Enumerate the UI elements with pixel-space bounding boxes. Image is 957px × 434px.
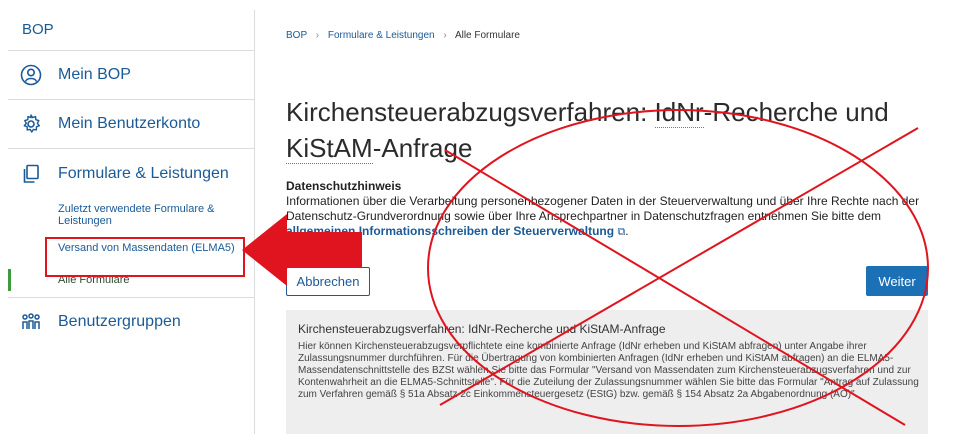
breadcrumb: BOP › Formulare & Leistungen › Alle Form… — [286, 30, 520, 41]
sidebar: BOP Mein BOP Mein Benutzerkonto Formular… — [8, 10, 255, 434]
sidebar-item-formulare[interactable]: Formulare & Leistungen — [8, 149, 254, 199]
documents-icon — [20, 163, 42, 185]
cancel-button[interactable]: Abbrechen — [286, 267, 370, 296]
gear-icon — [20, 113, 42, 135]
privacy-link[interactable]: allgemeinen Informationsschreiben der St… — [286, 224, 614, 238]
info-panel: Kirchensteuerabzugsverfahren: IdNr-Reche… — [286, 310, 928, 434]
sidebar-item-label: Benutzergruppen — [58, 313, 181, 330]
sidebar-item-benutzergruppen[interactable]: Benutzergruppen — [8, 298, 254, 346]
highlight-box — [45, 237, 245, 277]
info-title: Kirchensteuerabzugsverfahren: IdNr-Reche… — [298, 322, 666, 336]
breadcrumb-current: Alle Formulare — [454, 30, 520, 41]
title-part: -Anfrage — [372, 133, 473, 163]
breadcrumb-formulare[interactable]: Formulare & Leistungen — [328, 30, 435, 41]
next-button[interactable]: Weiter — [866, 266, 928, 296]
period: . — [625, 224, 629, 238]
sidebar-item-label: Formulare & Leistungen — [58, 165, 229, 182]
sidebar-item-mein-bop[interactable]: Mein BOP — [8, 51, 254, 100]
sidebar-title[interactable]: BOP — [8, 10, 254, 51]
info-description: Hier können Kirchensteuerabzugsverpflich… — [298, 341, 919, 400]
breadcrumb-bop[interactable]: BOP — [286, 30, 307, 41]
title-part: Kirchensteuerabzugsverfahren: — [286, 97, 655, 127]
sidebar-subitem-zuletzt[interactable]: Zuletzt verwendete Formulare & Leistunge… — [8, 203, 228, 227]
page-title: Kirchensteuerabzugsverfahren: IdNr-Reche… — [286, 94, 926, 166]
privacy-heading: Datenschutzhinweis — [286, 179, 402, 193]
user-group-icon — [20, 311, 42, 333]
sidebar-item-label: Mein BOP — [58, 66, 131, 83]
chevron-right-icon: › — [443, 30, 447, 41]
privacy-notice: Datenschutzhinweis Informationen über di… — [286, 179, 936, 240]
title-part: -Recherche und — [703, 97, 889, 127]
title-abbr: IdNr — [654, 97, 704, 128]
privacy-text: Informationen über die Verarbeitung pers… — [286, 194, 920, 223]
sidebar-item-label: Mein Benutzerkonto — [58, 115, 201, 132]
sidebar-item-benutzerkonto[interactable]: Mein Benutzerkonto — [8, 100, 254, 149]
title-abbr: KiStAM — [286, 133, 373, 164]
chevron-right-icon: › — [315, 30, 320, 41]
user-circle-icon — [20, 64, 42, 86]
